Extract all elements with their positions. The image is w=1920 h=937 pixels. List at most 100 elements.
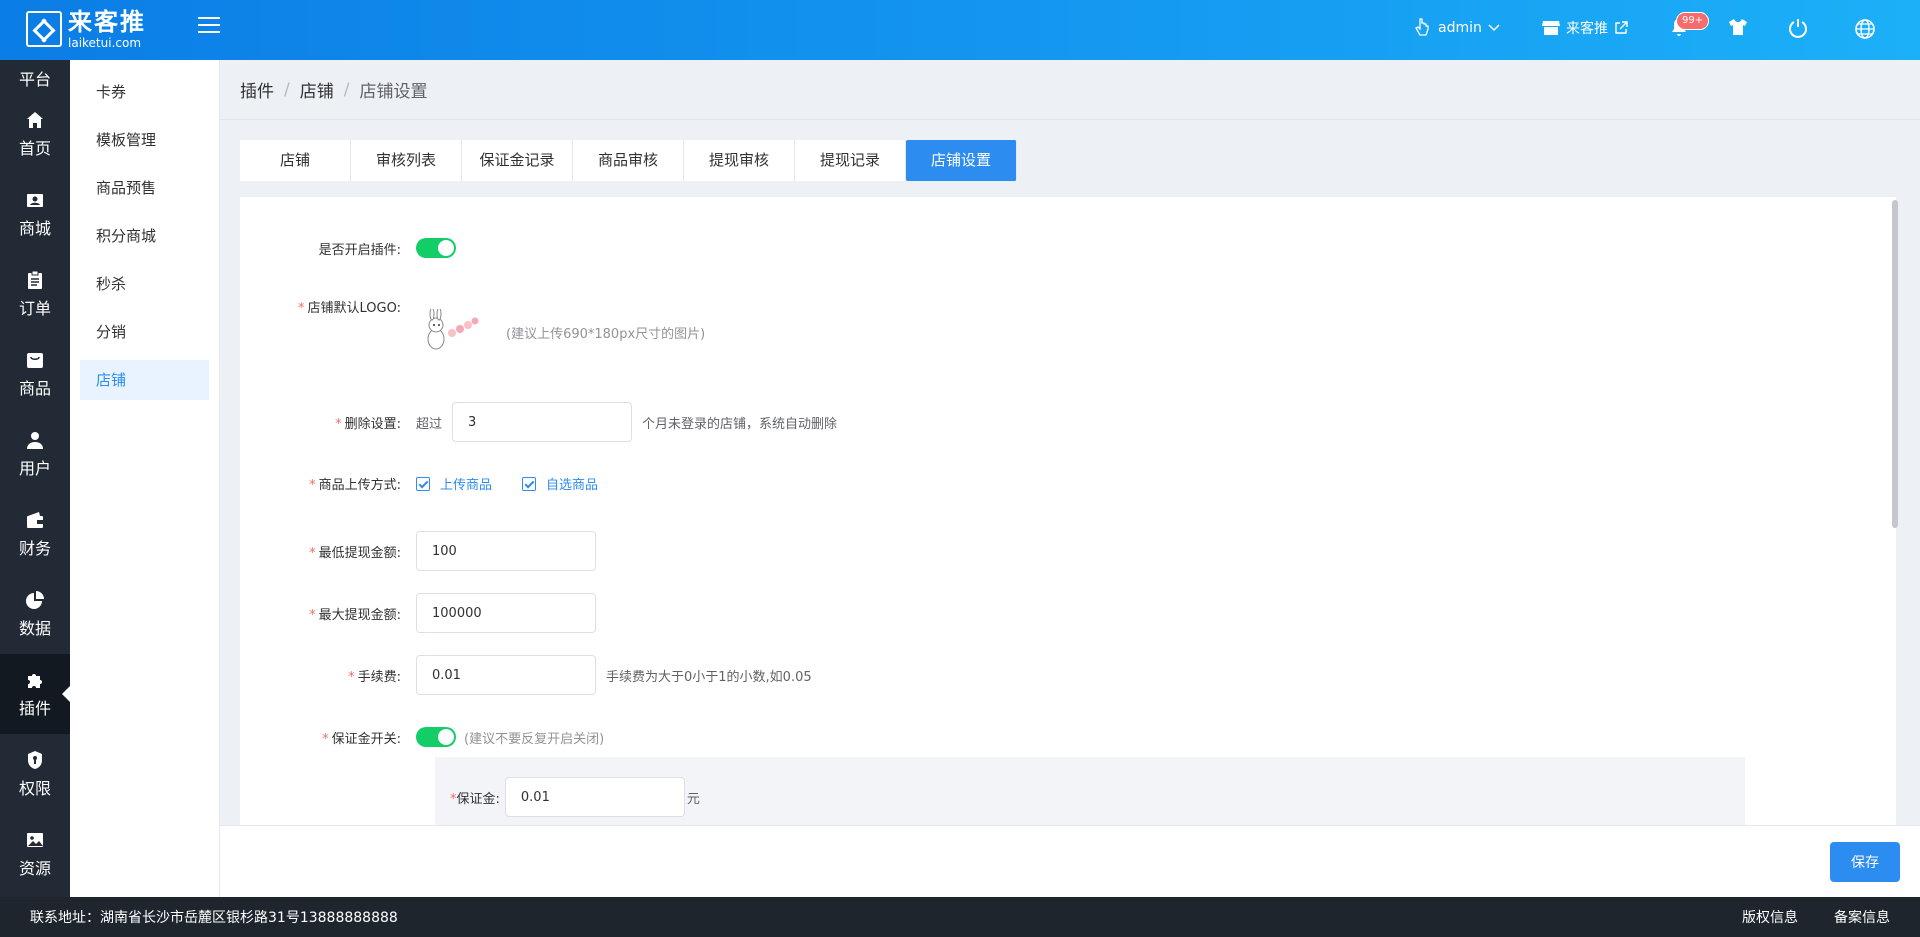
check-icon xyxy=(416,476,430,491)
user-menu[interactable]: admin xyxy=(1414,18,1500,38)
delete-suffix: 个月未登录的店铺，系统自动删除 xyxy=(642,416,838,432)
logo[interactable]: 来客推 laiketui.com xyxy=(26,8,146,50)
subnav-item-store[interactable]: 店铺 xyxy=(80,360,209,400)
footer-address: 联系地址：湖南省长沙市岳麓区银杉路31号13888888888 xyxy=(30,910,398,926)
form-row-deposit-switch: * 保证金开关: (建议不要反复开启关闭) xyxy=(240,727,604,747)
username: admin xyxy=(1438,20,1482,36)
sub-nav: 卡券 模板管理 商品预售 积分商城 秒杀 分销 店铺 xyxy=(70,60,220,897)
nav-item-home[interactable]: 首页 xyxy=(0,94,70,174)
nav-item-platform[interactable]: 平台 xyxy=(0,60,70,94)
copyright-link[interactable]: 版权信息 xyxy=(1742,907,1798,927)
deposit-switch-hint: (建议不要反复开启关闭) xyxy=(464,731,605,747)
deposit-unit: 元 xyxy=(686,791,700,807)
form-row-fee: * 手续费: 0.01 手续费为大于0小于1的小数,如0.05 xyxy=(240,655,812,695)
nav-label: 订单 xyxy=(18,299,51,318)
form-row-plugin: 是否开启插件: xyxy=(240,238,456,258)
image-icon xyxy=(24,829,46,851)
nav-label: 资源 xyxy=(18,859,51,878)
tab-store-settings[interactable]: 店铺设置 xyxy=(906,140,1017,181)
nav-label: 商品 xyxy=(18,379,51,398)
save-button[interactable]: 保存 xyxy=(1830,842,1900,882)
logo-subtitle: laiketui.com xyxy=(68,36,142,50)
language-button[interactable] xyxy=(1854,18,1876,40)
nav-item-plugin[interactable]: 插件 xyxy=(0,654,70,734)
breadcrumb-item[interactable]: 插件 xyxy=(240,77,274,102)
shield-icon xyxy=(24,749,46,771)
logo-hint: (建议上传690*180px尺寸的图片) xyxy=(506,326,706,342)
top-header: 来客推 laiketui.com admin 来客推 99+ xyxy=(0,0,1920,60)
nav-item-goods[interactable]: 商品 xyxy=(0,334,70,414)
scrollbar[interactable] xyxy=(1892,200,1898,528)
nav-item-resource[interactable]: 资源 xyxy=(0,814,70,894)
subnav-item-flash-sale[interactable]: 秒杀 xyxy=(80,264,209,304)
logo-title: 来客推 xyxy=(68,8,146,36)
deposit-switch-label: 保证金开关: xyxy=(331,731,401,747)
plugin-label: 是否开启插件: xyxy=(318,242,401,258)
min-withdraw-label: 最低提现金额: xyxy=(318,545,401,561)
notification-badge: 99+ xyxy=(1676,12,1710,30)
select-goods-checkbox[interactable]: 自选商品 xyxy=(522,474,598,493)
deposit-switch[interactable] xyxy=(416,727,456,747)
deposit-input[interactable]: 0.01 xyxy=(504,777,685,817)
nav-label: 商城 xyxy=(18,219,51,238)
tab-withdraw-records[interactable]: 提现记录 xyxy=(795,140,906,181)
footer: 联系地址：湖南省长沙市岳麓区银杉路31号13888888888 版权信息 备案信… xyxy=(0,897,1920,937)
skin-button[interactable] xyxy=(1728,18,1748,36)
nav-item-order[interactable]: 订单 xyxy=(0,254,70,334)
tab-store[interactable]: 店铺 xyxy=(240,140,351,181)
breadcrumb: 插件 / 店铺 / 店铺设置 xyxy=(220,60,1920,120)
chevron-down-icon xyxy=(1488,24,1500,32)
fee-input[interactable]: 0.01 xyxy=(416,655,596,695)
hand-icon xyxy=(1415,18,1429,36)
menu-toggle-icon[interactable] xyxy=(198,17,220,37)
nav-item-finance[interactable]: 财务 xyxy=(0,494,70,574)
subnav-item-template[interactable]: 模板管理 xyxy=(80,120,209,160)
plugin-switch[interactable] xyxy=(416,238,456,258)
tshirt-icon xyxy=(1729,19,1747,35)
max-withdraw-input[interactable]: 100000 xyxy=(416,593,596,633)
action-bar xyxy=(220,825,1920,897)
logout-button[interactable] xyxy=(1788,18,1808,38)
subnav-item-points-mall[interactable]: 积分商城 xyxy=(80,216,209,256)
nav-label: 插件 xyxy=(18,699,51,718)
power-icon xyxy=(1789,19,1807,38)
tab-bar: 店铺 审核列表 保证金记录 商品审核 提现审核 提现记录 店铺设置 xyxy=(240,140,1017,181)
form-row-max-withdraw: * 最大提现金额: 100000 xyxy=(240,593,596,633)
delete-label: 删除设置: xyxy=(344,416,401,432)
store-name: 来客推 xyxy=(1566,21,1608,37)
globe-icon xyxy=(1855,19,1875,39)
tab-deposit-records[interactable]: 保证金记录 xyxy=(462,140,573,181)
delete-months-input[interactable]: 3 xyxy=(452,402,633,442)
external-link-icon xyxy=(1615,21,1628,34)
store-link[interactable]: 来客推 xyxy=(1542,18,1628,38)
nav-item-mall[interactable]: 商城 xyxy=(0,174,70,254)
subnav-item-presale[interactable]: 商品预售 xyxy=(80,168,209,208)
goods-icon xyxy=(24,349,46,371)
filing-link[interactable]: 备案信息 xyxy=(1834,907,1890,927)
nav-label: 平台 xyxy=(18,70,51,89)
nav-label: 财务 xyxy=(18,539,51,558)
logo-image xyxy=(427,309,479,350)
tab-review-list[interactable]: 审核列表 xyxy=(351,140,462,181)
breadcrumb-item[interactable]: 店铺 xyxy=(300,77,334,102)
home-icon xyxy=(24,109,46,131)
logo-upload[interactable] xyxy=(416,307,486,357)
tab-withdraw-review[interactable]: 提现审核 xyxy=(684,140,795,181)
min-withdraw-input[interactable]: 100 xyxy=(416,531,596,571)
nav-label: 数据 xyxy=(18,619,51,638)
nav-label: 用户 xyxy=(18,459,51,478)
wallet-icon xyxy=(24,509,46,531)
fee-label: 手续费: xyxy=(357,669,401,685)
subnav-item-coupon[interactable]: 卡券 xyxy=(80,72,209,112)
nav-label: 权限 xyxy=(18,779,51,798)
form-row-upload-method: * 商品上传方式: 上传商品 自选商品 xyxy=(240,474,628,493)
tab-goods-review[interactable]: 商品审核 xyxy=(573,140,684,181)
puzzle-icon xyxy=(24,669,46,691)
nav-item-permission[interactable]: 权限 xyxy=(0,734,70,814)
nav-item-user[interactable]: 用户 xyxy=(0,414,70,494)
nav-item-data[interactable]: 数据 xyxy=(0,574,70,654)
subnav-item-distribution[interactable]: 分销 xyxy=(80,312,209,352)
breadcrumb-current: 店铺设置 xyxy=(359,82,428,102)
logo-label: 店铺默认LOGO: xyxy=(307,301,401,316)
upload-goods-checkbox[interactable]: 上传商品 xyxy=(416,474,492,493)
